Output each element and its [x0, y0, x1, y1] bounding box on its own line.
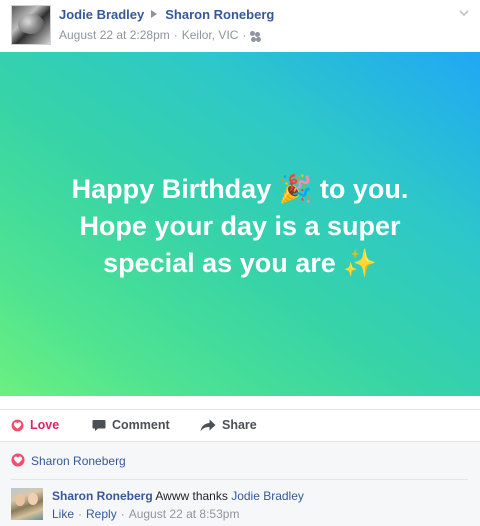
comment-text: Awww thanks	[155, 489, 228, 503]
post-actions: Love Comment Share	[0, 409, 480, 441]
comment-author[interactable]: Sharon Roneberg	[52, 489, 153, 503]
love-button[interactable]: Love	[11, 418, 59, 432]
heart-icon	[11, 453, 25, 467]
comment-label: Comment	[112, 418, 170, 432]
commenter-avatar[interactable]	[11, 488, 43, 520]
comment-timestamp[interactable]: August 22 at 8:53pm	[129, 507, 240, 521]
author-avatar[interactable]	[11, 5, 51, 45]
comment-body: Sharon Roneberg Awww thanks Jodie Bradle…	[52, 489, 304, 503]
comment-links: Like · Reply · August 22 at 8:53pm	[52, 507, 240, 521]
comment-reply-link[interactable]: Reply	[86, 507, 117, 521]
share-label: Share	[222, 418, 257, 432]
share-button[interactable]: Share	[200, 418, 257, 432]
post-location[interactable]: Keilor, VIC	[182, 28, 239, 42]
post-date[interactable]: August 22 at 2:28pm	[59, 28, 170, 42]
chevron-down-icon[interactable]	[458, 7, 470, 19]
post-header: Jodie Bradley Sharon Roneberg August 22 a…	[0, 0, 480, 52]
comment-item: Sharon Roneberg Awww thanks Jodie Bradle…	[0, 479, 480, 526]
comment-mention[interactable]: Jodie Bradley	[231, 489, 304, 503]
post-background-card: Happy Birthday 🎉 to you. Hope your day i…	[0, 52, 480, 396]
post-meta: August 22 at 2:28pm · Keilor, VIC ·	[59, 28, 262, 42]
comment-like-link[interactable]: Like	[52, 507, 74, 521]
friends-icon[interactable]	[250, 31, 262, 40]
reaction-user[interactable]: Sharon Roneberg	[31, 454, 126, 468]
recipient-name[interactable]: Sharon Roneberg	[165, 7, 274, 22]
divider	[11, 479, 468, 480]
reactions-bar: Sharon Roneberg	[0, 441, 480, 479]
post-text: Happy Birthday 🎉 to you. Hope your day i…	[71, 173, 409, 278]
love-label: Love	[30, 418, 60, 432]
speech-bubble-icon	[92, 419, 106, 431]
share-arrow-icon	[200, 419, 216, 431]
comment-button[interactable]: Comment	[92, 418, 170, 432]
heart-icon	[11, 419, 24, 431]
triangle-right-icon	[151, 10, 158, 18]
post-names: Jodie Bradley Sharon Roneberg	[59, 7, 274, 22]
author-name[interactable]: Jodie Bradley	[59, 7, 144, 22]
